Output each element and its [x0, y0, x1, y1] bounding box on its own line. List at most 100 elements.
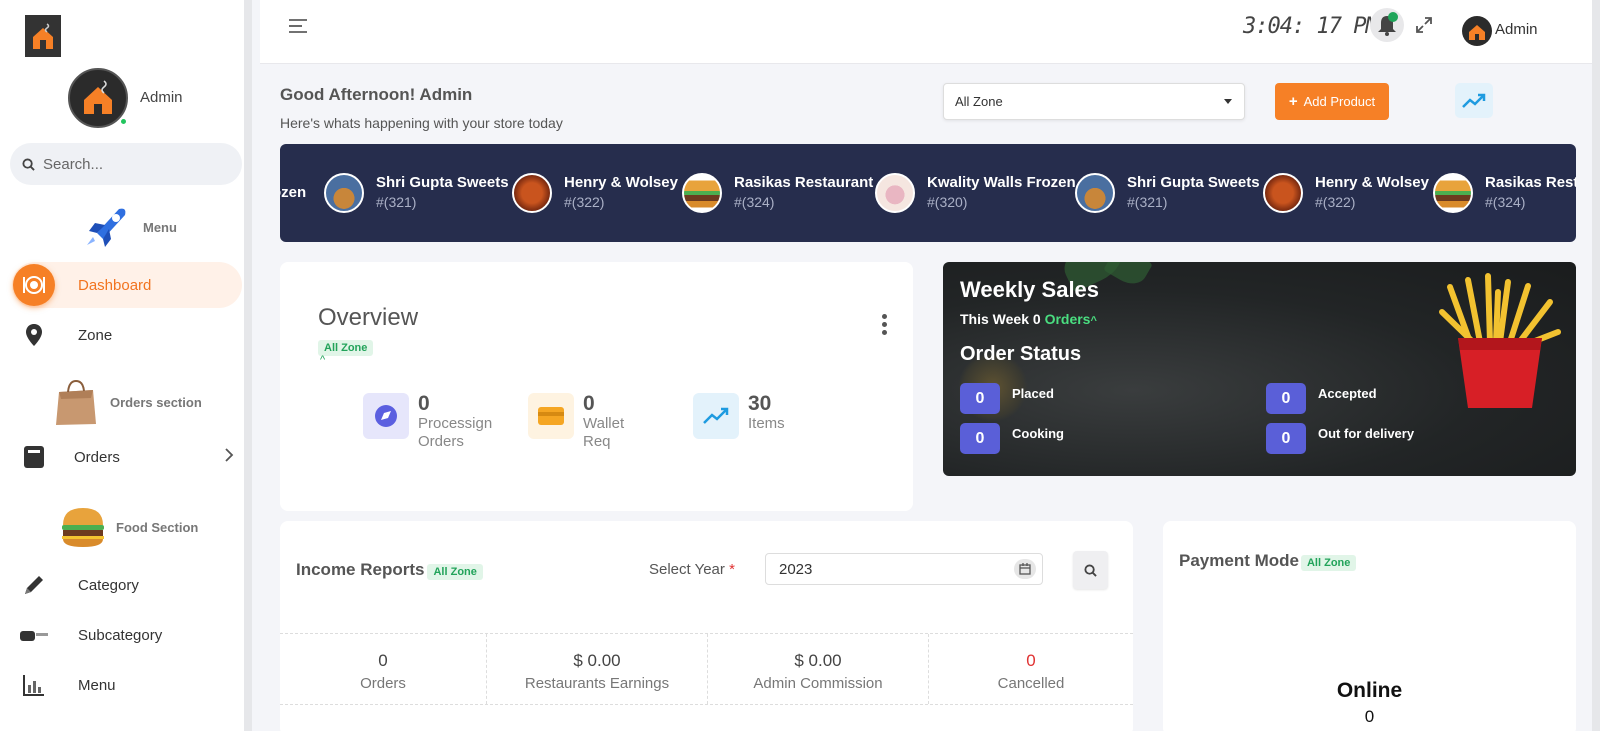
- sidebar-item-zone[interactable]: Zone: [12, 312, 242, 358]
- ticker-item[interactable]: ozen: [280, 144, 306, 242]
- stat-wallet-req: 0 Wallet Req: [528, 393, 624, 451]
- ticker-name: Henry & Wolsey: [564, 174, 678, 191]
- wallet-icon: [528, 393, 574, 439]
- ticker-id: #(320): [927, 194, 968, 210]
- weekly-sales-summary: This Week 0 Orders^: [960, 311, 1097, 327]
- ticker-name: Rasikas Restaurant: [734, 174, 874, 191]
- page-scrollbar[interactable]: [1592, 0, 1600, 731]
- ticker-item[interactable]: Henry & Wolsey #(322): [1263, 144, 1429, 242]
- ticker-item[interactable]: Rasikas Resta #(324): [1433, 144, 1576, 242]
- notification-bell[interactable]: [1370, 8, 1404, 42]
- zone-select-value: All Zone: [955, 94, 1003, 109]
- sidebar-item-orders[interactable]: Orders: [12, 434, 242, 480]
- ticker-name: ozen: [280, 184, 307, 201]
- status-out-for-delivery: 0 Out for delivery: [1266, 423, 1414, 454]
- restaurant-thumbnail: [1433, 173, 1473, 213]
- dashboard-icon: [13, 264, 55, 306]
- income-reports-title: Income Reports: [296, 560, 425, 579]
- sidebar: Admin Menu Dashboard Zone Orders section…: [0, 0, 252, 731]
- admin-avatar[interactable]: [68, 68, 128, 128]
- trend-button[interactable]: [1455, 83, 1493, 118]
- ticker-id: #(324): [734, 194, 775, 210]
- ticker-id: #(322): [1315, 194, 1356, 210]
- status-count: 0: [1266, 423, 1306, 454]
- year-input[interactable]: 2023: [765, 553, 1043, 585]
- income-cell-orders: 0 Orders: [280, 634, 487, 704]
- ticker-name: Kwality Walls Frozen: [927, 174, 1076, 191]
- chevron-right-icon[interactable]: [224, 447, 234, 468]
- weekly-sales-title: Weekly Sales: [960, 277, 1100, 302]
- payment-mode-card: Payment Mode All Zone Online 0: [1163, 521, 1576, 731]
- restaurant-thumbnail: [512, 173, 552, 213]
- burger-icon: [62, 508, 104, 547]
- section-food: Food Section: [60, 505, 198, 549]
- sidebar-search[interactable]: [10, 143, 242, 185]
- hamburger-menu-icon[interactable]: [289, 19, 307, 38]
- calendar-icon[interactable]: [1014, 559, 1036, 579]
- sidebar-item-category[interactable]: Category: [12, 562, 242, 608]
- rocket-icon: [87, 208, 126, 247]
- ticker-item[interactable]: Shri Gupta Sweets #(321): [1075, 144, 1260, 242]
- section-food-label: Food Section: [116, 519, 199, 535]
- stat-value: 0: [583, 392, 595, 415]
- year-search-button[interactable]: [1073, 551, 1108, 589]
- status-label: Out for delivery: [1318, 426, 1415, 441]
- trending-up-icon: [1462, 93, 1486, 108]
- add-product-button[interactable]: + Add Product: [1275, 83, 1389, 120]
- sidebar-item-subcategory[interactable]: Subcategory: [12, 612, 242, 658]
- ticker-id: #(322): [564, 194, 605, 210]
- map-pin-icon: [12, 313, 56, 357]
- restaurant-thumbnail: [875, 173, 915, 213]
- overview-card: Overview All Zone ^ 0 Processign Orders 0W…: [280, 262, 913, 511]
- income-value: $ 0.00: [794, 651, 842, 670]
- income-value: 0: [1026, 651, 1036, 670]
- restaurant-ticker: ozen Shri Gupta Sweets #(321) Henry & Wol…: [280, 144, 1576, 242]
- overview-title: Overview: [318, 304, 419, 331]
- app-logo[interactable]: [25, 15, 61, 57]
- income-label: Orders: [360, 675, 406, 692]
- user-avatar[interactable]: [1462, 16, 1492, 46]
- sidebar-item-label: Menu: [78, 676, 116, 694]
- search-icon: [22, 157, 35, 171]
- zone-badge: All Zone: [1300, 554, 1357, 571]
- sidebar-item-label: Dashboard: [78, 276, 152, 294]
- sidebar-item-menu[interactable]: Menu: [12, 662, 242, 708]
- search-input[interactable]: [43, 155, 223, 173]
- income-value: $ 0.00: [573, 651, 621, 670]
- sidebar-item-label: Orders: [74, 448, 120, 466]
- fullscreen-icon[interactable]: [1415, 16, 1433, 39]
- income-cell-cancelled: 0 Cancelled: [929, 634, 1133, 704]
- income-reports-header: Income Reports All Zone: [296, 560, 483, 580]
- ticker-item[interactable]: Shri Gupta Sweets #(321): [324, 144, 509, 242]
- section-orders: Orders section: [53, 378, 202, 426]
- income-label: Admin Commission: [753, 675, 883, 692]
- status-placed: 0 Placed: [960, 383, 1054, 414]
- stat-label: Items: [748, 415, 785, 432]
- more-options-icon[interactable]: [882, 314, 887, 335]
- ticker-item[interactable]: Henry & Wolsey #(322): [512, 144, 678, 242]
- decorative-leaf: [1103, 262, 1153, 290]
- income-value: 0: [378, 651, 388, 670]
- section-orders-label: Orders section: [110, 394, 202, 410]
- income-label: Cancelled: [997, 675, 1065, 692]
- status-label: Accepted: [1318, 386, 1377, 401]
- income-summary-table: 0 Orders $ 0.00 Restaurants Earnings $ 0…: [280, 633, 1133, 705]
- ticker-item[interactable]: Kwality Walls Frozen #(320): [875, 144, 1076, 242]
- status-cooking: 0 Cooking: [960, 423, 1064, 454]
- caret-up-icon: ^: [1090, 315, 1097, 327]
- stat-label: Wallet: [583, 415, 625, 432]
- user-name[interactable]: Admin: [1495, 21, 1538, 38]
- stat-label: Processign: [418, 415, 493, 432]
- section-menu: Menu: [83, 203, 177, 249]
- stat-processing-orders: 0 Processign Orders: [363, 393, 492, 451]
- sidebar-item-dashboard[interactable]: Dashboard: [12, 262, 242, 308]
- orders-link[interactable]: Orders: [1045, 311, 1091, 327]
- stat-label: Req: [583, 433, 611, 450]
- sidebar-item-label: Zone: [78, 326, 113, 344]
- ticker-id: #(324): [1485, 194, 1526, 210]
- bar-chart-icon: [12, 663, 56, 707]
- ticker-name: Shri Gupta Sweets: [1127, 174, 1260, 191]
- ticker-item[interactable]: Rasikas Restaurant #(324): [682, 144, 873, 242]
- caret-up-icon: ^: [320, 354, 326, 366]
- zone-select[interactable]: All Zone: [943, 83, 1245, 120]
